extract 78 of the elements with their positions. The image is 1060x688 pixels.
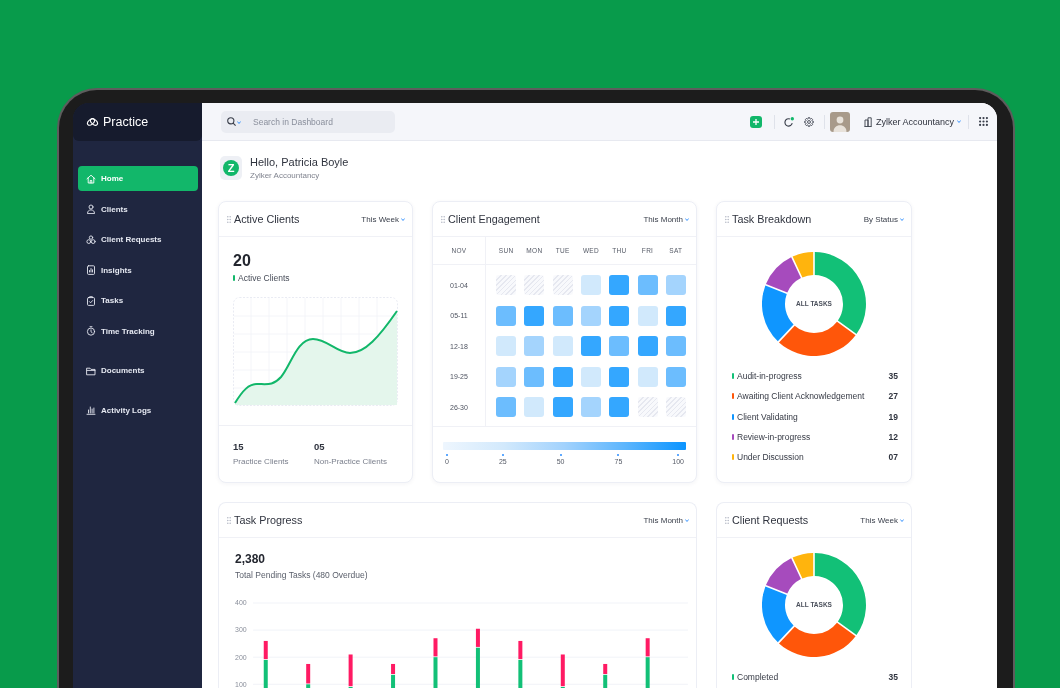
caret-icon[interactable] [237, 120, 241, 124]
period-dropdown[interactable]: This Month [643, 515, 689, 525]
sidebar-item[interactable]: Time Tracking [78, 318, 198, 344]
caret-icon [401, 217, 405, 221]
drag-handle-icon[interactable] [227, 516, 231, 524]
legend-value: 35 [888, 371, 898, 382]
clipboard-check-icon [86, 295, 96, 306]
card-title: Task Progress [234, 514, 303, 526]
person-icon [86, 204, 96, 214]
empty-heatmap-cell [524, 275, 545, 296]
stopwatch-icon [86, 326, 96, 336]
drag-handle-icon[interactable] [725, 516, 729, 524]
metric-caption: Total Pending Tasks (480 Overdue) [235, 570, 368, 580]
card-title: Client Engagement [448, 213, 540, 225]
metric-label: Active Clients [238, 273, 290, 283]
sidebar-item[interactable]: Activity Logs [78, 397, 198, 423]
people-icon [86, 234, 96, 245]
search-icon[interactable] [227, 117, 236, 126]
sidebar-item[interactable]: Client Requests [78, 227, 198, 252]
search-field[interactable]: Search in Dashboard [221, 110, 395, 133]
empty-heatmap-cell [637, 397, 658, 418]
card-title: Active Clients [234, 213, 300, 225]
legend-value: 12 [888, 432, 898, 443]
stat-label: Non-Practice Clients [314, 457, 387, 467]
sidebar-item[interactable]: Clients [78, 196, 198, 222]
stat-value: 15 [233, 441, 244, 453]
organization-logo: Z [220, 156, 242, 180]
sidebar-item[interactable]: Tasks [78, 288, 198, 313]
legend-label: Completed [737, 672, 779, 683]
user-avatar[interactable] [829, 111, 850, 132]
stat-label: Practice Clients [233, 457, 289, 467]
bar-chart-icon [86, 405, 96, 415]
document-chart-icon [86, 265, 96, 275]
caret-icon [685, 217, 689, 221]
period-dropdown[interactable]: By Status [863, 214, 904, 224]
stat-value: 05 [314, 441, 325, 453]
legend-value: 35 [888, 672, 898, 683]
folder-icon [86, 365, 96, 376]
legend-label: Audit-in-progress [737, 371, 802, 382]
card-title: Client Requests [732, 514, 809, 526]
drag-handle-icon[interactable] [441, 215, 445, 223]
empty-heatmap-cell [496, 275, 517, 296]
legend-label: Under Discussion [737, 452, 804, 463]
legend-marker [233, 275, 235, 281]
organization-switcher[interactable]: Zylker Accountancy [863, 116, 961, 127]
sidebar-item[interactable]: Documents [78, 358, 198, 383]
drag-handle-icon[interactable] [725, 215, 729, 223]
settings-icon[interactable] [803, 116, 814, 127]
organization-name: Zylker Accountancy [250, 170, 320, 181]
caret-icon [685, 518, 689, 522]
home-icon [86, 173, 96, 184]
sidebar-item[interactable]: Insights [78, 257, 198, 283]
caret-icon [900, 217, 904, 221]
period-dropdown[interactable]: This Week [860, 515, 904, 525]
app-name: Practice [103, 115, 149, 129]
app-logo-icon [86, 116, 99, 128]
period-dropdown[interactable]: This Week [361, 214, 405, 224]
legend-label: Client Validating [737, 411, 798, 422]
caret-icon [900, 518, 904, 522]
greeting-title: Hello, Patricia Boyle [250, 155, 349, 169]
card-title: Task Breakdown [732, 213, 812, 225]
period-dropdown[interactable]: This Month [643, 214, 689, 224]
refresh-icon[interactable] [783, 116, 794, 127]
apps-grid-icon[interactable] [979, 117, 988, 126]
legend-value: 07 [888, 452, 898, 463]
plus-icon [752, 118, 759, 125]
drag-handle-icon[interactable] [227, 215, 231, 223]
legend-value: 19 [888, 411, 898, 422]
legend-value: 27 [888, 391, 898, 402]
metric-value: 2,380 [235, 552, 266, 566]
empty-heatmap-cell [665, 397, 686, 418]
legend-label: Awaiting Client Acknowledgement [737, 391, 865, 402]
building-icon [863, 116, 872, 127]
metric-value: 20 [233, 252, 251, 270]
legend-label: Review-in-progress [737, 432, 811, 443]
empty-heatmap-cell [552, 275, 573, 296]
add-button[interactable] [749, 115, 762, 128]
caret-icon [957, 120, 961, 123]
